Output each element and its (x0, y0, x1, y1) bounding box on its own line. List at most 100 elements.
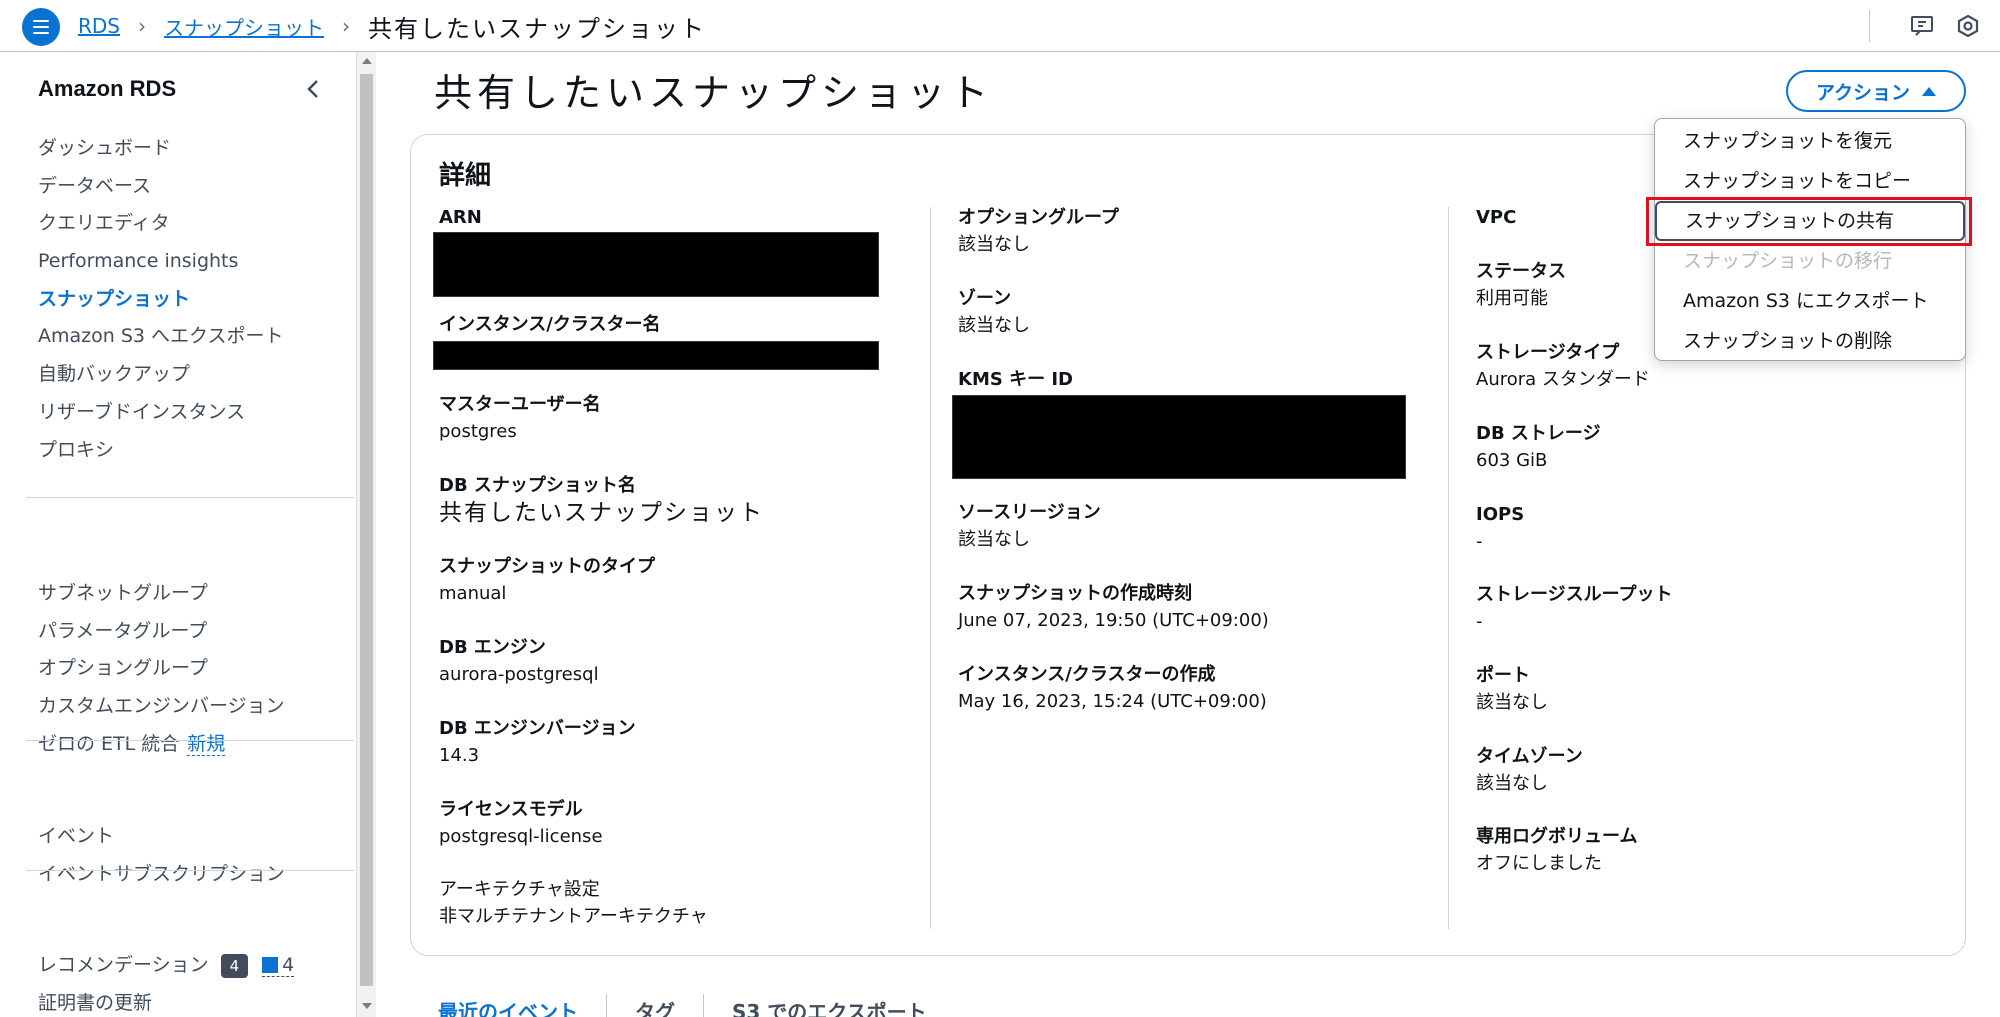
sidebar-title: Amazon RDS (38, 76, 177, 101)
sidebar-item-databases[interactable]: データベース (38, 168, 283, 206)
instance-name-field: インスタンス/クラスター名 (439, 312, 661, 338)
sidebar-item-label: レコメンデーション (38, 954, 209, 976)
sidebar-item-proxies[interactable]: プロキシ (38, 432, 283, 470)
sidebar-item-export-s3[interactable]: Amazon S3 へエクスポート (38, 318, 283, 356)
license-model-field: ライセンスモデル postgresql-license (439, 797, 603, 851)
collapse-sidebar-button[interactable] (300, 76, 326, 102)
field-value: 非マルチテナントアーキテクチャ (439, 906, 708, 927)
sidebar-item-certificate-update[interactable]: 証明書の更新 (38, 985, 294, 1017)
sidebar-group-events: イベント イベントサブスクリプション (38, 818, 285, 893)
sidebar-item-custom-engine-versions[interactable]: カスタムエンジンバージョン (38, 688, 285, 726)
field-value: - (1476, 611, 1483, 632)
divider (26, 740, 354, 741)
sidebar-item-automated-backups[interactable]: 自動バックアップ (38, 356, 283, 394)
field-label: インスタンス/クラスター名 (439, 314, 661, 335)
log-volume-field: 専用ログボリューム オフにしました (1476, 824, 1637, 878)
field-label: KMS キー ID (958, 369, 1073, 390)
snapshot-type-field: スナップショットのタイプ manual (439, 554, 655, 608)
db-storage-field: DB ストレージ 603 GiB (1476, 421, 1601, 475)
sidebar-item-parameter-groups[interactable]: パラメータグループ (38, 613, 285, 651)
divider (703, 994, 704, 1017)
scroll-up-arrow-icon[interactable] (362, 58, 372, 64)
count-badge: 4 (220, 953, 249, 978)
field-label: マスターユーザー名 (439, 394, 601, 415)
field-value: June 07, 2023, 19:50 (UTC+09:00) (958, 610, 1269, 631)
menu-item-copy-snapshot[interactable]: スナップショットをコピー (1655, 161, 1965, 201)
field-label: VPC (1476, 207, 1517, 228)
sidebar-item-dashboard[interactable]: ダッシュボード (38, 130, 283, 168)
field-label: ストレージタイプ (1476, 342, 1620, 363)
field-label: ソースリージョン (958, 502, 1101, 523)
tab-recent-events[interactable]: 最近のイベント (438, 996, 606, 1017)
snapshot-created-field: スナップショットの作成時刻 June 07, 2023, 19:50 (UTC+… (958, 581, 1269, 635)
sidebar-item-snapshots[interactable]: スナップショット (38, 281, 283, 319)
breadcrumb-rds-link[interactable]: RDS (78, 14, 120, 38)
field-value: 共有したいスナップショット (439, 500, 764, 526)
hamburger-menu-button[interactable] (22, 8, 60, 46)
field-label: インスタンス/クラスターの作成 (958, 664, 1216, 685)
field-label: ゾーン (958, 288, 1012, 309)
field-label: ライセンスモデル (439, 799, 583, 820)
field-label: DB エンジン (439, 637, 546, 658)
annotation-highlight-box (1646, 197, 1972, 246)
feedback-icon[interactable] (1908, 12, 1936, 40)
settings-icon[interactable] (1954, 12, 1982, 40)
sidebar-item-subnet-groups[interactable]: サブネットグループ (38, 575, 285, 613)
chevron-right-icon: › (138, 14, 146, 38)
sidebar-item-query-editor[interactable]: クエリエディタ (38, 205, 283, 243)
top-navigation-bar: RDS › スナップショット › 共有したいスナップショット (0, 0, 2000, 52)
sidebar-item-zero-etl[interactable]: ゼロの ETL 統合 新規 (38, 726, 285, 764)
new-badge: 新規 (187, 732, 226, 756)
tab-tags[interactable]: タグ (635, 996, 703, 1017)
top-icons (1869, 10, 1982, 42)
actions-dropdown-button[interactable]: アクション (1786, 70, 1966, 112)
details-title: 詳細 (439, 161, 492, 191)
breadcrumb: RDS › スナップショット › 共有したいスナップショット (78, 10, 706, 43)
option-group-field: オプショングループ 該当なし (958, 205, 1119, 259)
menu-icon (33, 20, 49, 34)
vpc-field: VPC (1476, 205, 1516, 231)
snapshot-name-field: DB スナップショット名 共有したいスナップショット (439, 473, 764, 527)
sidebar-item-event-subscriptions[interactable]: イベントサブスクリプション (38, 856, 285, 894)
sidebar-item-performance-insights[interactable]: Performance insights (38, 243, 283, 281)
divider (606, 994, 607, 1017)
sidebar-item-reserved-instances[interactable]: リザーブドインスタンス (38, 394, 283, 432)
field-value: postgresql-license (439, 826, 603, 847)
timezone-field: タイムゾーン 該当なし (1476, 744, 1583, 798)
field-value: manual (439, 583, 507, 604)
field-value: 該当なし (958, 529, 1030, 550)
field-label: DB スナップショット名 (439, 475, 636, 496)
status-field: ステータス 利用可能 (1476, 259, 1566, 313)
sidebar-item-option-groups[interactable]: オプショングループ (38, 650, 285, 688)
storage-type-field: ストレージタイプ Aurora スタンダード (1476, 340, 1650, 394)
scroll-down-arrow-icon[interactable] (362, 1003, 372, 1009)
menu-item-migrate-snapshot: スナップショットの移行 (1683, 250, 1893, 272)
field-value: 603 GiB (1476, 450, 1548, 471)
info-count-badge[interactable]: 4 (262, 954, 295, 977)
field-value: オフにしました (1476, 853, 1602, 874)
sidebar-scrollbar[interactable] (356, 52, 376, 1017)
field-label: ストレージスループット (1476, 584, 1673, 605)
instance-created-field: インスタンス/クラスターの作成 May 16, 2023, 15:24 (UTC… (958, 662, 1267, 716)
engine-version-field: DB エンジンバージョン 14.3 (439, 716, 636, 770)
chevron-right-icon: › (342, 14, 350, 38)
sidebar-item-events[interactable]: イベント (38, 818, 285, 856)
scrollbar-thumb[interactable] (360, 74, 373, 986)
db-engine-field: DB エンジン aurora-postgresql (439, 635, 599, 689)
menu-item-export-s3[interactable]: Amazon S3 にエクスポート (1655, 281, 1965, 321)
tab-s3-exports[interactable]: S3 でのエクスポート (732, 996, 955, 1017)
field-value: 該当なし (958, 234, 1030, 255)
field-label: DB ストレージ (1476, 423, 1601, 444)
tab-bar: 最近のイベント タグ S3 でのエクスポート (438, 994, 955, 1017)
column-divider (1448, 207, 1449, 929)
breadcrumb-snapshots-link[interactable]: スナップショット (164, 12, 324, 41)
sidebar-item-recommendations[interactable]: レコメンデーション 4 4 (38, 947, 295, 985)
menu-item-restore-snapshot[interactable]: スナップショットを復元 (1655, 121, 1965, 161)
menu-item-delete-snapshot[interactable]: スナップショットの削除 (1655, 321, 1965, 361)
actions-label: アクション (1815, 81, 1911, 104)
divider (1869, 10, 1870, 42)
divider (26, 870, 354, 871)
redacted-kms-key (952, 395, 1406, 479)
field-value: 該当なし (958, 315, 1030, 336)
field-label: ARN (439, 207, 482, 228)
